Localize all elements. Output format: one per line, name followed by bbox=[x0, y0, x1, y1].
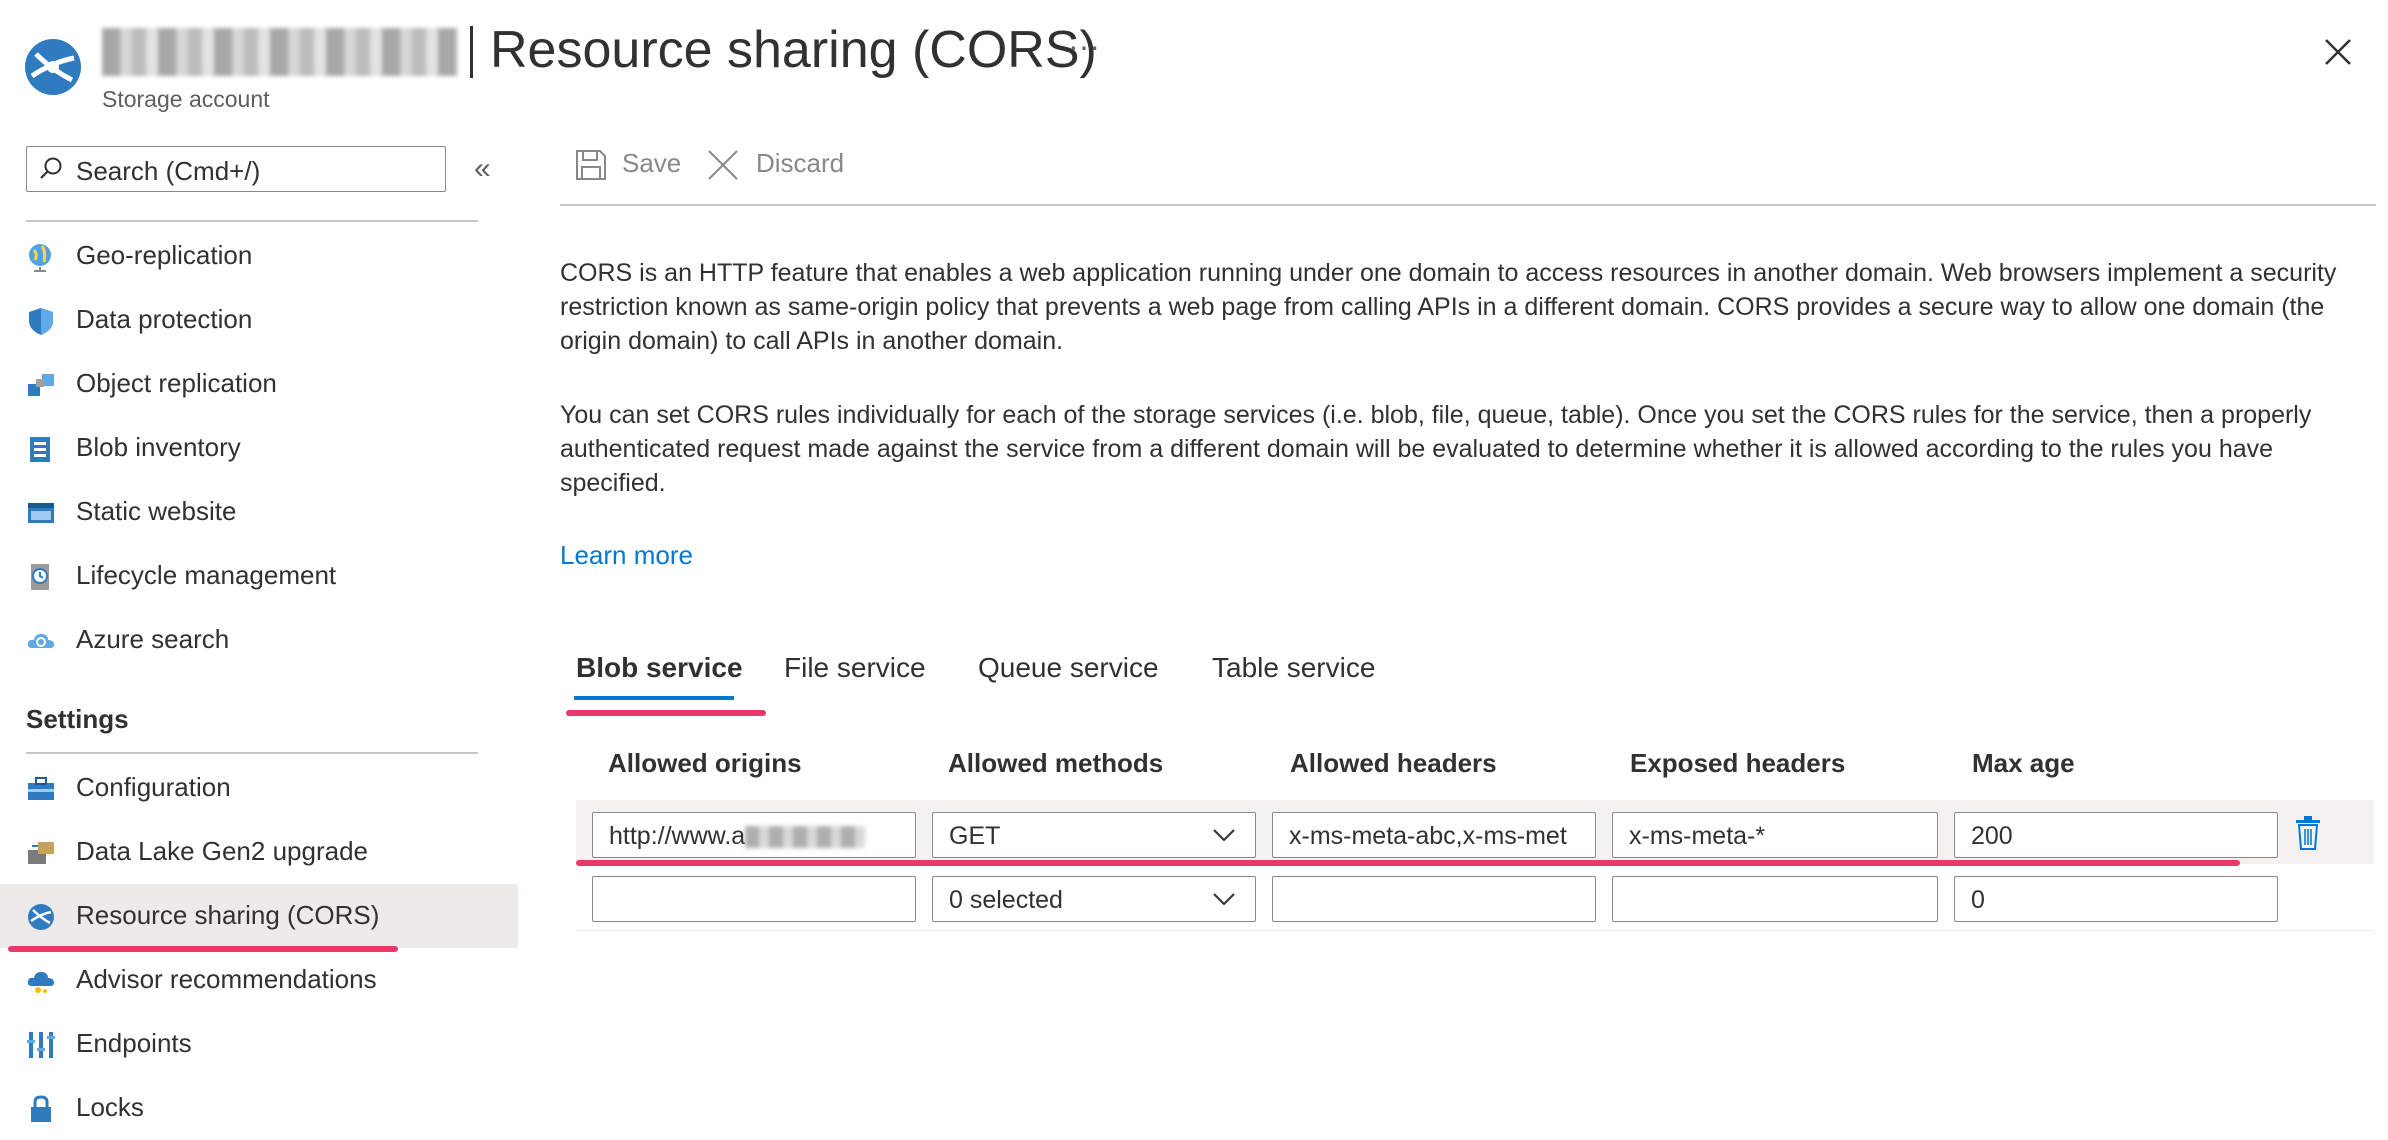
sidebar-item-label: Data protection bbox=[76, 304, 253, 334]
cors-description: CORS is an HTTP feature that enables a w… bbox=[560, 259, 2337, 355]
max-age-input[interactable]: 0 bbox=[1954, 876, 2278, 922]
sidebar-item-blob-inventory[interactable]: Blob inventory bbox=[0, 416, 518, 480]
upgrade-icon bbox=[28, 842, 54, 864]
more-actions-button[interactable]: ··· bbox=[1068, 28, 1100, 65]
sidebar-item-label: Advisor recommendations bbox=[76, 964, 377, 994]
discard-button[interactable]: Discard bbox=[756, 148, 844, 179]
lock-icon bbox=[31, 1095, 51, 1122]
tab-queue-service[interactable]: Queue service bbox=[978, 652, 1159, 684]
sidebar-item-object-replication[interactable]: Object replication bbox=[0, 352, 518, 416]
sidebar-item-label: Object replication bbox=[76, 368, 277, 398]
search-placeholder: Search (Cmd+/) bbox=[76, 156, 261, 186]
account-name-redacted bbox=[102, 28, 458, 76]
allowed-origins-input[interactable]: http://www.a bbox=[592, 812, 916, 858]
max-age-value: 0 bbox=[1971, 886, 1985, 914]
learn-more-link[interactable]: Learn more bbox=[560, 540, 693, 571]
exposed-headers-input[interactable] bbox=[1612, 876, 1938, 922]
page-title: Resource sharing (CORS) bbox=[490, 21, 1097, 79]
sidebar-item-endpoints[interactable]: Endpoints bbox=[0, 1012, 518, 1076]
allowed-origins-input[interactable] bbox=[592, 876, 916, 922]
sidebar-item-label: Blob inventory bbox=[76, 432, 241, 462]
cubes-icon bbox=[28, 374, 54, 396]
chevron-down-icon bbox=[1213, 893, 1235, 906]
sidebar-item-label: Static website bbox=[76, 496, 237, 526]
sidebar-item-label: Configuration bbox=[76, 772, 231, 802]
allowed-headers-input[interactable] bbox=[1272, 876, 1596, 922]
sidebar-item-label: Lifecycle management bbox=[76, 560, 337, 590]
globe-icon bbox=[29, 244, 51, 272]
allowed-headers-value: x-ms-meta-abc,x-ms-met bbox=[1289, 822, 1567, 850]
highlight-underline-tab bbox=[566, 710, 766, 716]
max-age-input[interactable]: 200 bbox=[1954, 812, 2278, 858]
table-row-divider bbox=[576, 930, 2374, 931]
cors-icon bbox=[28, 904, 54, 930]
active-tab-indicator bbox=[574, 696, 734, 700]
allowed-methods-dropdown[interactable]: GET bbox=[932, 812, 1256, 858]
sidebar-item-label: Data Lake Gen2 upgrade bbox=[76, 836, 368, 866]
column-header-allowed-headers: Allowed headers bbox=[1290, 748, 1497, 778]
search-icon bbox=[40, 157, 62, 179]
sidebar-item-locks[interactable]: Locks bbox=[0, 1076, 518, 1140]
sidebar-item-data-protection[interactable]: Data protection bbox=[0, 288, 518, 352]
cors-rules-description: You can set CORS rules individually for … bbox=[560, 401, 2312, 497]
cors-app-icon bbox=[25, 39, 81, 95]
sidebar-divider bbox=[26, 220, 478, 222]
toolbar-divider bbox=[560, 204, 2376, 206]
settings-section-heading: Settings bbox=[26, 704, 129, 734]
sidebar-item-resource-sharing-cors[interactable]: Resource sharing (CORS) bbox=[0, 884, 518, 948]
sidebar-item-label: Resource sharing (CORS) bbox=[76, 900, 380, 930]
exposed-headers-input[interactable]: x-ms-meta-* bbox=[1612, 812, 1938, 858]
inventory-icon bbox=[30, 437, 50, 462]
allowed-headers-input[interactable]: x-ms-meta-abc,x-ms-met bbox=[1272, 812, 1596, 858]
tab-file-service[interactable]: File service bbox=[784, 652, 926, 684]
origin-redacted bbox=[745, 826, 866, 849]
sidebar-item-label: Locks bbox=[76, 1092, 144, 1122]
column-header-allowed-origins: Allowed origins bbox=[608, 748, 802, 778]
allowed-methods-value: 0 selected bbox=[949, 886, 1063, 914]
save-button[interactable]: Save bbox=[622, 148, 681, 179]
highlight-underline-row bbox=[576, 860, 2240, 866]
tab-table-service[interactable]: Table service bbox=[1212, 652, 1375, 684]
sidebar-item-label: Endpoints bbox=[76, 1028, 192, 1058]
allowed-origins-value: http://www.a bbox=[609, 822, 746, 850]
max-age-value: 200 bbox=[1971, 822, 2013, 850]
column-header-max-age: Max age bbox=[1972, 748, 2075, 778]
resource-type: Storage account bbox=[102, 86, 270, 112]
chevron-down-icon bbox=[1213, 829, 1235, 842]
sidebar-item-advisor-recommendations[interactable]: Advisor recommendations bbox=[0, 948, 518, 1012]
sidebar-divider bbox=[26, 752, 478, 754]
sidebar-item-static-website[interactable]: Static website bbox=[0, 480, 518, 544]
sidebar-item-geo-replication[interactable]: Geo-replication bbox=[0, 224, 518, 288]
allowed-methods-dropdown[interactable]: 0 selected bbox=[932, 876, 1256, 922]
sidebar-item-label: Geo-replication bbox=[76, 240, 253, 270]
sidebar-item-configuration[interactable]: Configuration bbox=[0, 756, 518, 820]
shield-icon bbox=[29, 308, 53, 335]
toolbox-icon bbox=[28, 777, 54, 800]
delete-icon[interactable] bbox=[2294, 816, 2322, 850]
allowed-methods-value: GET bbox=[949, 822, 1001, 850]
sidebar-item-lifecycle-management[interactable]: Lifecycle management bbox=[0, 544, 518, 608]
lifecycle-icon bbox=[31, 564, 49, 590]
sidebar-item-data-lake-upgrade[interactable]: Data Lake Gen2 upgrade bbox=[0, 820, 518, 884]
discard-icon bbox=[708, 150, 738, 180]
tab-blob-service[interactable]: Blob service bbox=[576, 652, 743, 684]
sidebar-item-label: Azure search bbox=[76, 624, 230, 654]
column-header-allowed-methods: Allowed methods bbox=[948, 748, 1164, 778]
exposed-headers-value: x-ms-meta-* bbox=[1629, 822, 1766, 850]
cloud-search-icon bbox=[27, 634, 54, 648]
close-icon[interactable] bbox=[2318, 32, 2358, 72]
title-separator bbox=[470, 26, 473, 78]
save-icon bbox=[576, 150, 606, 180]
endpoints-icon bbox=[27, 1032, 55, 1058]
advisor-icon bbox=[27, 972, 54, 993]
sidebar-item-azure-search[interactable]: Azure search bbox=[0, 608, 518, 672]
website-icon bbox=[28, 503, 54, 523]
collapse-sidebar-button[interactable]: « bbox=[474, 152, 491, 186]
column-header-exposed-headers: Exposed headers bbox=[1630, 748, 1846, 778]
